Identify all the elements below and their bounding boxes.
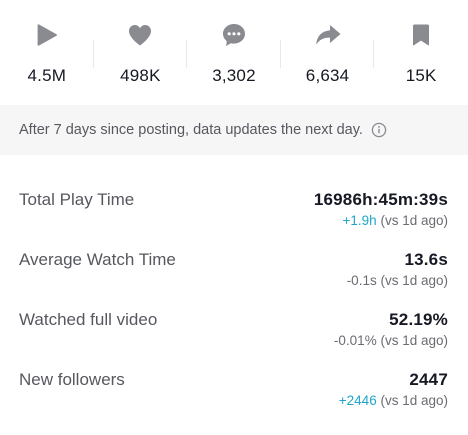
delta-change: +2446 (338, 393, 377, 408)
metric-delta: -0.1s (vs 1d ago) (347, 273, 448, 288)
metric-label: Watched full video (19, 310, 158, 329)
stat-value: 498K (120, 66, 161, 85)
metric-value: 52.19% (389, 310, 448, 329)
delta-comparison: (vs 1d ago) (376, 333, 448, 348)
stat-plays: 4.5M (0, 14, 94, 98)
metric-total-play-time: Total Play Time 16986h:45m:39s +1.9h (vs… (0, 180, 468, 240)
metric-value: 13.6s (404, 250, 448, 269)
stat-comments: 3,302 (187, 14, 281, 98)
metric-delta: -0.01% (vs 1d ago) (334, 333, 448, 348)
metric-value: 16986h:45m:39s (313, 190, 448, 209)
share-icon (313, 20, 343, 50)
metrics-list: Total Play Time 16986h:45m:39s +1.9h (vs… (0, 180, 468, 420)
metric-watched-full-video: Watched full video 52.19% -0.01% (vs 1d … (0, 300, 468, 360)
stat-value: 4.5M (27, 66, 67, 85)
stat-likes: 498K (94, 14, 188, 98)
info-icon[interactable] (371, 122, 387, 138)
metric-label: New followers (19, 370, 125, 389)
stat-saves: 15K (374, 14, 468, 98)
delta-comparison: (vs 1d ago) (376, 213, 448, 228)
metric-value: 2447 (409, 370, 448, 389)
stat-value: 15K (405, 66, 437, 85)
stat-value: 6,634 (305, 66, 350, 85)
comment-icon (219, 20, 249, 50)
metric-new-followers: New followers 2447 +2446 (vs 1d ago) (0, 360, 468, 420)
stat-value: 3,302 (212, 66, 256, 85)
stats-row: 4.5M 498K 3,302 6,634 15K (0, 14, 468, 98)
bookmark-icon (406, 20, 436, 50)
stat-shares: 6,634 (281, 14, 375, 98)
delta-change: -0.1s (346, 273, 377, 288)
metric-label: Average Watch Time (19, 250, 176, 269)
info-banner: After 7 days since posting, data updates… (0, 105, 468, 155)
banner-text: After 7 days since posting, data updates… (19, 122, 363, 138)
delta-comparison: (vs 1d ago) (376, 273, 448, 288)
delta-change: -0.01% (333, 333, 377, 348)
play-icon (32, 20, 62, 50)
metric-delta: +1.9h (vs 1d ago) (343, 213, 448, 228)
delta-comparison: (vs 1d ago) (376, 393, 448, 408)
metric-label: Total Play Time (19, 190, 135, 209)
metric-average-watch-time: Average Watch Time 13.6s -0.1s (vs 1d ag… (0, 240, 468, 300)
metric-delta: +2446 (vs 1d ago) (339, 393, 448, 408)
heart-icon (125, 20, 155, 50)
delta-change: +1.9h (342, 213, 377, 228)
